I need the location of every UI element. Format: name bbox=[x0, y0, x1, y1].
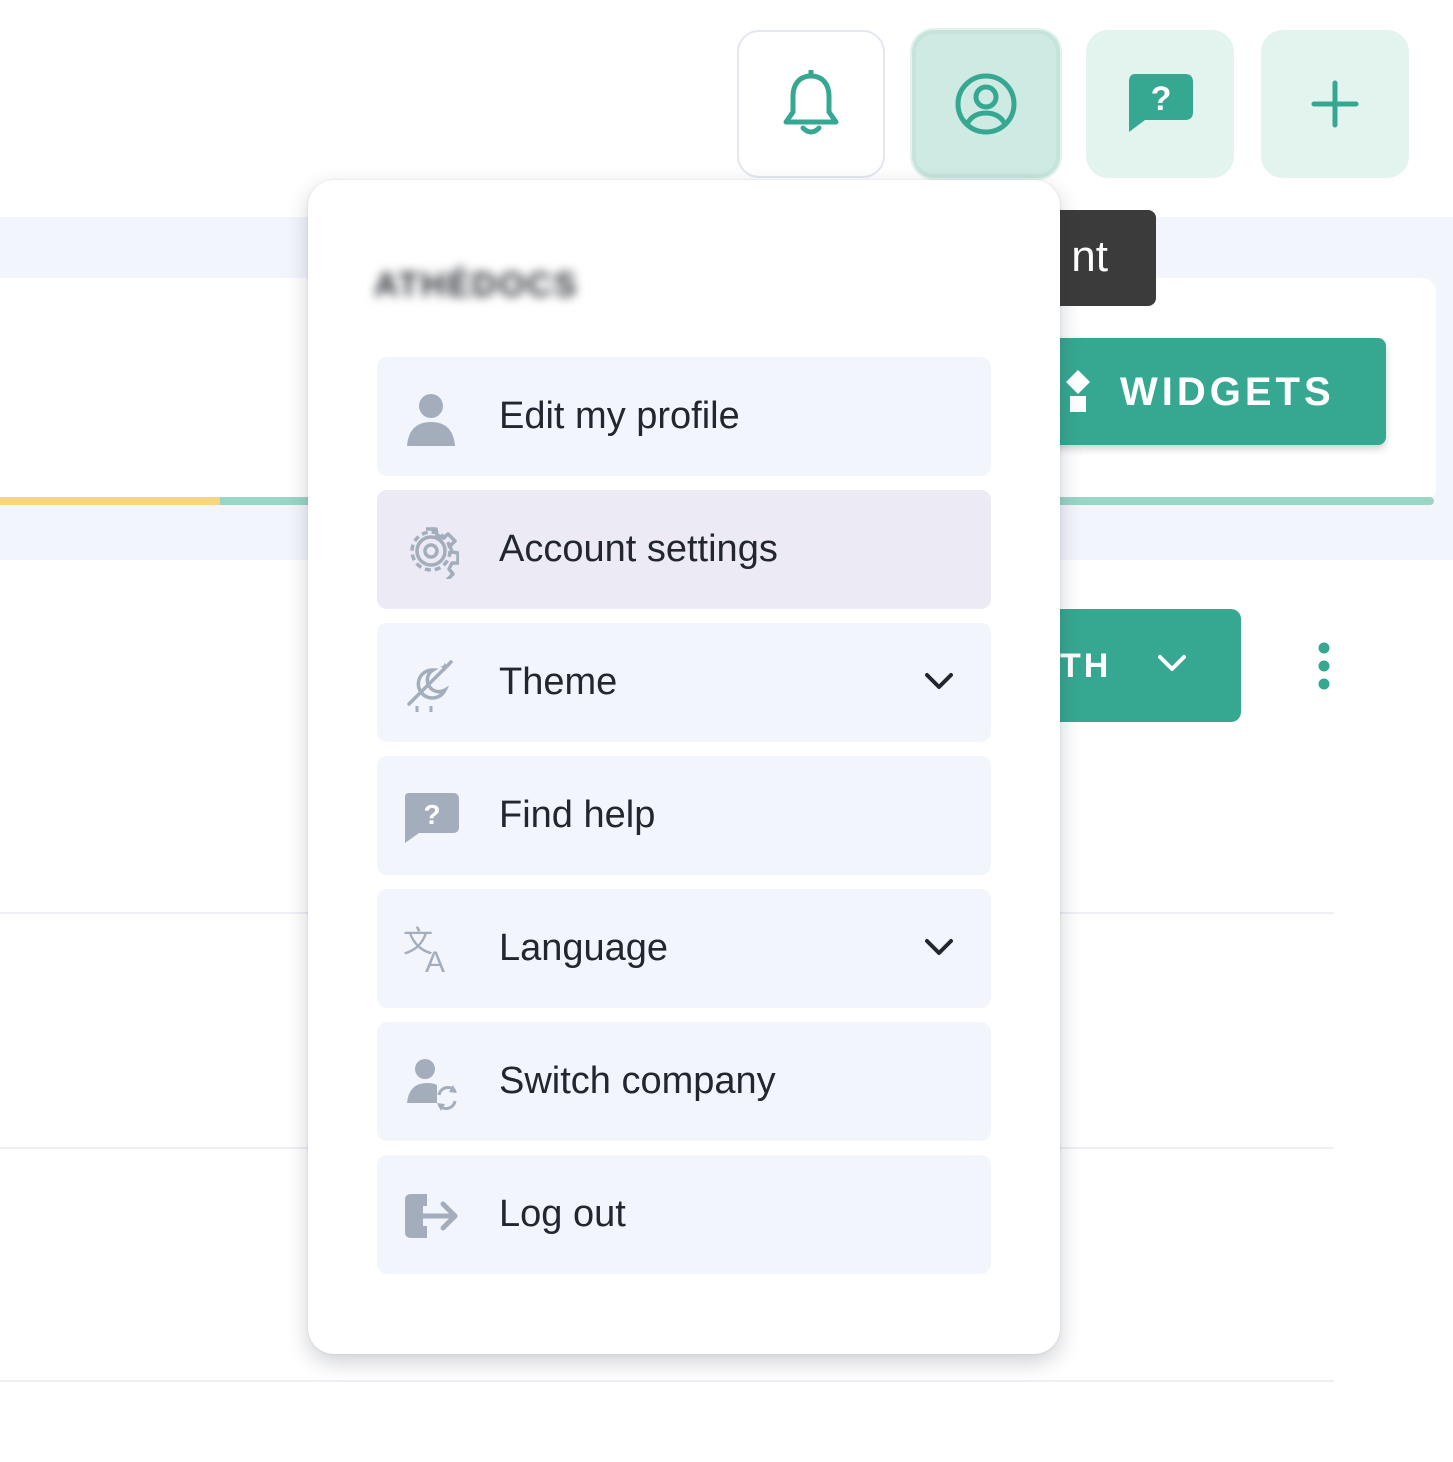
translate-icon: 文 A bbox=[403, 925, 445, 978]
help-bubble-icon: ? bbox=[405, 793, 459, 843]
bell-icon bbox=[783, 70, 839, 135]
svg-text:?: ? bbox=[423, 799, 440, 830]
gear-icon bbox=[410, 527, 459, 579]
account-username: ATHÉDOCS bbox=[374, 266, 579, 304]
user-icon bbox=[407, 394, 455, 446]
widgets-button-label: WIDGETS bbox=[1120, 370, 1335, 414]
menu-item-label: Account settings bbox=[499, 528, 778, 570]
account-menu: ATHÉDOCS Edit my profile Account setting… bbox=[308, 180, 1060, 1354]
menu-item-label: Switch company bbox=[499, 1060, 776, 1102]
logout-icon bbox=[405, 1194, 458, 1238]
add-button[interactable] bbox=[1261, 30, 1409, 178]
menu-item-switch-company[interactable]: Switch company bbox=[377, 1022, 991, 1141]
notifications-button[interactable] bbox=[737, 30, 885, 178]
widgets-icon bbox=[1066, 370, 1090, 412]
tooltip-text: nt bbox=[1071, 232, 1108, 281]
period-select-label: TH bbox=[1060, 647, 1112, 685]
menu-item-find-help[interactable]: ? Find help bbox=[377, 756, 991, 875]
chevron-down-icon bbox=[925, 939, 953, 955]
help-button[interactable]: ? bbox=[1086, 30, 1234, 178]
menu-item-edit-profile[interactable]: Edit my profile bbox=[377, 357, 991, 476]
menu-item-label: Theme bbox=[499, 661, 618, 703]
menu-item-account-settings[interactable]: Account settings bbox=[377, 490, 991, 609]
widgets-button[interactable]: WIDGETS bbox=[1040, 338, 1386, 445]
period-select-button[interactable]: TH bbox=[1040, 609, 1241, 722]
svg-text:✦: ✦ bbox=[439, 660, 451, 676]
svg-text:?: ? bbox=[1151, 80, 1172, 118]
more-options-icon[interactable] bbox=[1312, 642, 1336, 690]
svg-text:A: A bbox=[425, 946, 445, 978]
row-divider bbox=[0, 1380, 1334, 1382]
menu-item-log-out[interactable]: Log out bbox=[377, 1155, 991, 1274]
chevron-down-icon bbox=[1158, 655, 1186, 671]
switch-user-icon bbox=[407, 1059, 457, 1111]
help-bubble-icon: ? bbox=[1129, 74, 1193, 132]
menu-item-label: Find help bbox=[499, 794, 656, 836]
user-circle-icon bbox=[955, 73, 1017, 135]
menu-item-label: Log out bbox=[499, 1193, 626, 1235]
menu-item-label: Edit my profile bbox=[499, 395, 740, 437]
progress-bar-filled bbox=[0, 497, 220, 505]
plus-icon bbox=[1311, 80, 1359, 128]
menu-item-language[interactable]: 文 A Language bbox=[377, 889, 991, 1008]
menu-item-label: Language bbox=[499, 927, 669, 969]
menu-item-theme[interactable]: ✦ Theme bbox=[377, 623, 991, 742]
chevron-down-icon bbox=[925, 673, 953, 689]
theme-icon: ✦ bbox=[407, 660, 453, 712]
account-button[interactable] bbox=[912, 30, 1060, 178]
